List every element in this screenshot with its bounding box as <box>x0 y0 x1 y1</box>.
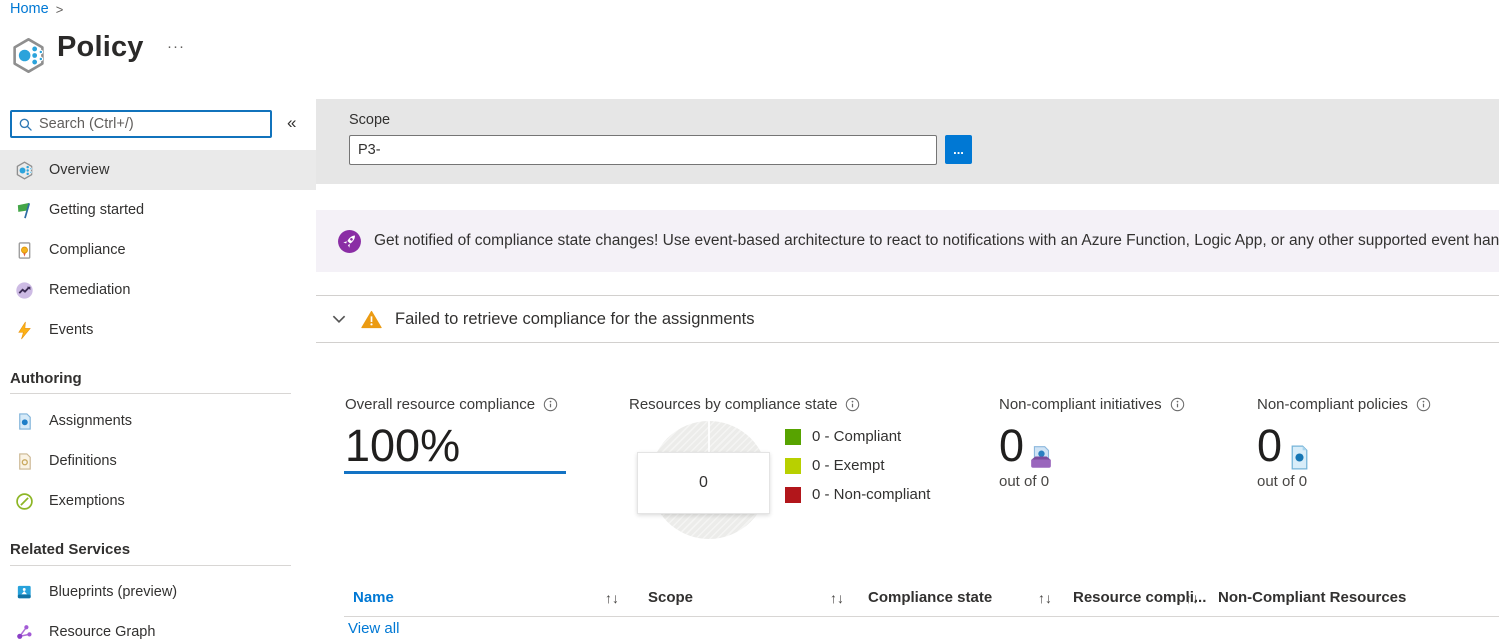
overview-icon <box>15 161 34 180</box>
warning-text: Failed to retrieve compliance for the as… <box>395 310 755 329</box>
remediation-icon <box>15 281 34 300</box>
column-header-compliance-state[interactable]: Compliance state <box>868 589 992 606</box>
policies-icon <box>1286 444 1313 471</box>
stat-label-text: Non-compliant policies <box>1257 396 1408 413</box>
donut-tooltip: 0 <box>637 452 770 514</box>
info-icon[interactable] <box>1416 397 1431 412</box>
sidebar-item-label: Definitions <box>49 453 117 469</box>
rocket-icon <box>337 229 362 254</box>
policies-sub: out of 0 <box>1257 473 1307 490</box>
sidebar-item-label: Remediation <box>49 282 130 298</box>
legend-label: 0 - Exempt <box>812 457 885 474</box>
search-input[interactable] <box>39 116 264 132</box>
legend-label: 0 - Non-compliant <box>812 486 930 503</box>
scope-browse-button[interactable]: ... <box>945 135 972 164</box>
sidebar-item-label: Compliance <box>49 242 126 258</box>
chevron-down-icon[interactable] <box>330 310 348 328</box>
banner-text: Get notified of compliance state changes… <box>374 232 1499 250</box>
column-header-name[interactable]: Name <box>353 589 394 606</box>
warning-row: Failed to retrieve compliance for the as… <box>316 295 1499 343</box>
sidebar-item-events[interactable]: Events <box>0 310 316 350</box>
stat-label-text: Overall resource compliance <box>345 396 535 413</box>
sort-icon[interactable]: ↑↓ <box>1038 590 1052 606</box>
sidebar-item-exemptions[interactable]: Exemptions <box>0 481 316 521</box>
definitions-icon <box>15 452 34 471</box>
info-icon[interactable] <box>845 397 860 412</box>
donut-center-value: 0 <box>699 474 708 492</box>
resource-graph-icon <box>15 623 34 641</box>
sort-icon[interactable]: ↑↓ <box>830 590 844 606</box>
info-icon[interactable] <box>543 397 558 412</box>
sidebar-item-label: Resource Graph <box>49 624 155 640</box>
overall-compliance-underline <box>344 471 566 474</box>
sort-icon[interactable]: ↑↓ <box>605 590 619 606</box>
column-header-scope[interactable]: Scope <box>648 589 693 606</box>
sidebar-item-resource-graph[interactable]: Resource Graph <box>0 612 316 641</box>
getting-started-flag-icon <box>15 201 34 220</box>
exemptions-icon <box>15 492 34 511</box>
exempt-swatch <box>785 458 801 474</box>
scope-label: Scope <box>349 112 390 128</box>
sidebar-divider <box>10 565 291 566</box>
legend-item-non-compliant: 0 - Non-compliant <box>785 486 930 503</box>
sidebar-divider <box>10 393 291 394</box>
notification-banner: Get notified of compliance state changes… <box>316 210 1499 272</box>
sidebar-section-authoring: Authoring <box>10 370 82 387</box>
sidebar-item-blueprints[interactable]: Blueprints (preview) <box>0 572 316 612</box>
sidebar-item-assignments[interactable]: Assignments <box>0 401 316 441</box>
compliant-swatch <box>785 429 801 445</box>
view-all-link[interactable]: View all <box>348 620 399 637</box>
sidebar-item-getting-started[interactable]: Getting started <box>0 190 316 230</box>
overall-compliance-value: 100% <box>345 420 460 472</box>
non-compliant-swatch <box>785 487 801 503</box>
sidebar-item-label: Assignments <box>49 413 132 429</box>
sidebar: « Overview Getting started Compliance Re… <box>0 0 316 641</box>
warning-icon <box>361 310 382 329</box>
policies-value: 0 <box>1257 420 1282 472</box>
info-icon[interactable] <box>1170 397 1185 412</box>
sidebar-section-related-services: Related Services <box>10 541 130 558</box>
scope-input[interactable] <box>349 135 937 165</box>
legend-item-compliant: 0 - Compliant <box>785 428 930 445</box>
initiatives-sub: out of 0 <box>999 473 1049 490</box>
column-header-non-compliant-resources[interactable]: Non-Compliant Resources <box>1218 589 1406 606</box>
sidebar-item-label: Getting started <box>49 202 144 218</box>
compliance-icon <box>15 241 34 260</box>
initiatives-icon <box>1026 442 1056 472</box>
table-header-divider <box>344 616 1499 617</box>
sidebar-item-overview[interactable]: Overview <box>0 150 316 190</box>
blueprints-icon <box>15 583 34 602</box>
donut-legend: 0 - Compliant 0 - Exempt 0 - Non-complia… <box>785 428 930 515</box>
sidebar-item-label: Blueprints (preview) <box>49 584 177 600</box>
sidebar-item-compliance[interactable]: Compliance <box>0 230 316 270</box>
sidebar-item-remediation[interactable]: Remediation <box>0 270 316 310</box>
sidebar-collapse-button[interactable]: « <box>287 113 296 133</box>
stat-label-text: Non-compliant initiatives <box>999 396 1162 413</box>
initiatives-label: Non-compliant initiatives <box>999 396 1185 413</box>
sidebar-item-definitions[interactable]: Definitions <box>0 441 316 481</box>
stat-label-text: Resources by compliance state <box>629 396 837 413</box>
sidebar-search-box <box>10 110 272 138</box>
legend-item-exempt: 0 - Exempt <box>785 457 930 474</box>
sidebar-item-label: Events <box>49 322 93 338</box>
assignments-icon <box>15 412 34 431</box>
scope-bar: Scope ... <box>316 99 1499 184</box>
policies-label: Non-compliant policies <box>1257 396 1431 413</box>
sort-icon[interactable]: ↑↓ <box>1185 590 1199 606</box>
sidebar-item-label: Exemptions <box>49 493 125 509</box>
by-state-label: Resources by compliance state <box>629 396 860 413</box>
azure-policy-overview-page: Home > Policy ··· « Overview Getting sta… <box>0 0 1499 641</box>
initiatives-value: 0 <box>999 420 1024 472</box>
legend-label: 0 - Compliant <box>812 428 901 445</box>
overall-compliance-label: Overall resource compliance <box>345 396 558 413</box>
search-icon <box>18 117 33 132</box>
events-lightning-icon <box>15 321 34 340</box>
sidebar-item-label: Overview <box>49 162 109 178</box>
